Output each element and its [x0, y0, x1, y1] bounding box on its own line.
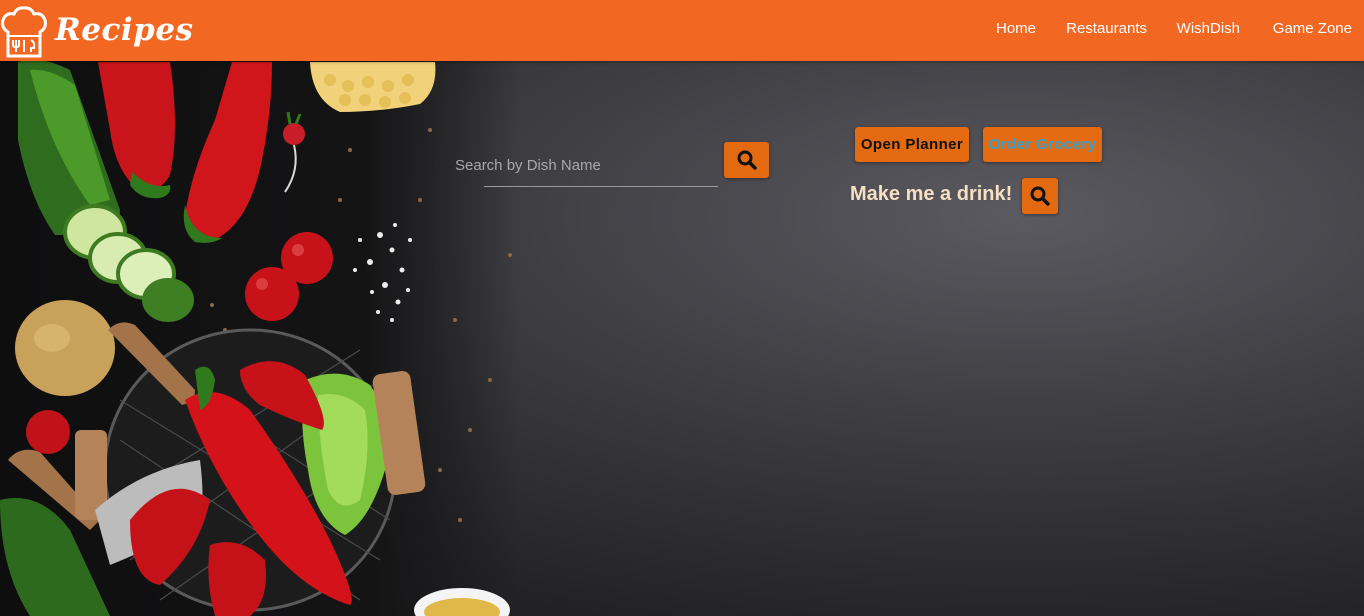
nav-restaurants-link[interactable]: Restaurants: [1066, 20, 1147, 37]
make-drink-label: Make me a drink!: [850, 183, 1013, 205]
nav-wishdish-link[interactable]: WishDish: [1177, 20, 1240, 37]
nav-game-zone-link[interactable]: Game Zone: [1273, 20, 1352, 37]
search-icon: [737, 150, 757, 170]
brand-name[interactable]: Recipes: [55, 12, 194, 48]
nav-home-link[interactable]: Home: [996, 20, 1036, 37]
dish-search-button[interactable]: [724, 142, 769, 178]
search-icon: [1030, 186, 1050, 206]
navbar: Recipes Home Restaurants WishDish Game Z…: [0, 0, 1364, 61]
food-background-image: [0, 59, 512, 616]
order-grocery-button[interactable]: Order Grocery: [983, 127, 1102, 162]
open-planner-button[interactable]: Open Planner: [855, 127, 969, 162]
chef-hat-icon: [1, 6, 47, 58]
dish-search-input[interactable]: [452, 145, 718, 185]
search-underline: [484, 186, 718, 187]
make-drink-button[interactable]: [1022, 178, 1058, 214]
